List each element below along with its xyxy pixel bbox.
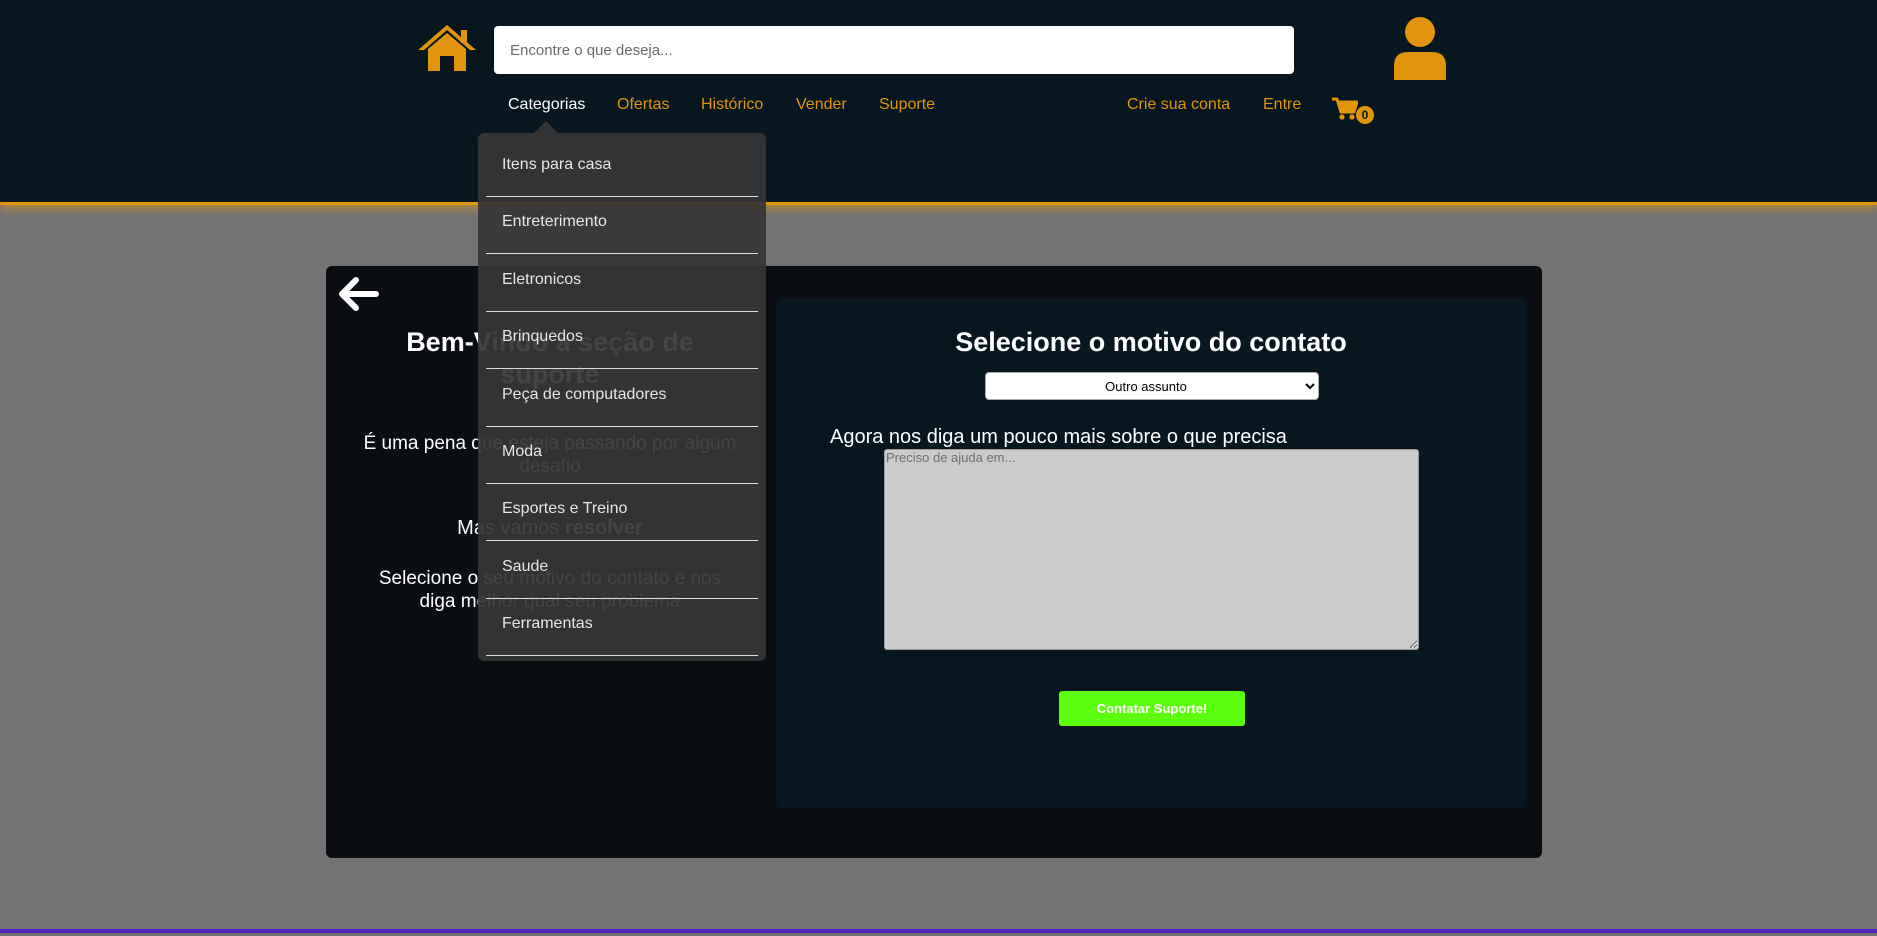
nav-ofertas[interactable]: Ofertas <box>617 96 669 114</box>
category-item-brinquedos[interactable]: Brinquedos <box>486 313 758 370</box>
user-icon[interactable] <box>1392 16 1448 80</box>
category-item-itens-para-casa[interactable]: Itens para casa <box>486 141 758 197</box>
cart-count-badge: 0 <box>1356 106 1374 124</box>
category-item-saude[interactable]: Saude <box>486 543 758 599</box>
bottom-bar <box>0 929 1877 933</box>
site-header: Categorias Ofertas Histórico Vender Supo… <box>0 0 1877 205</box>
details-label: Agora nos diga um pouco mais sobre o que… <box>830 426 1287 448</box>
nav-suporte[interactable]: Suporte <box>879 96 935 114</box>
category-item-ferramentas[interactable]: Ferramentas <box>486 600 758 657</box>
details-textarea[interactable] <box>884 449 1419 650</box>
contact-support-button[interactable]: Contatar Suporte! <box>1059 691 1245 726</box>
nav-historico[interactable]: Histórico <box>701 96 763 114</box>
contact-form: Selecione o motivo do contato Outro assu… <box>776 298 1526 808</box>
cart-icon <box>1332 97 1359 120</box>
home-icon[interactable] <box>417 24 477 72</box>
cart-button[interactable]: 0 <box>1332 97 1380 129</box>
search-input[interactable] <box>494 26 1294 74</box>
nav-categorias[interactable]: Categorias <box>508 96 585 114</box>
category-item-peca-de-computadores[interactable]: Peça de computadores <box>486 371 758 427</box>
nav-vender[interactable]: Vender <box>796 96 847 114</box>
category-item-entreterimento[interactable]: Entreterimento <box>486 198 758 255</box>
create-account-link[interactable]: Crie sua conta <box>1127 96 1230 114</box>
reason-select[interactable]: Outro assunto <box>985 372 1319 400</box>
dropdown-caret <box>534 121 558 133</box>
category-item-esportes-e-treino[interactable]: Esportes e Treino <box>486 485 758 542</box>
login-link[interactable]: Entre <box>1263 96 1301 114</box>
category-item-eletronicos[interactable]: Eletronicos <box>486 256 758 312</box>
form-title: Selecione o motivo do contato <box>955 327 1347 357</box>
categories-dropdown: Itens para casa Entreterimento Eletronic… <box>478 133 766 661</box>
back-arrow-icon[interactable] <box>334 270 382 318</box>
category-item-moda[interactable]: Moda <box>486 428 758 484</box>
